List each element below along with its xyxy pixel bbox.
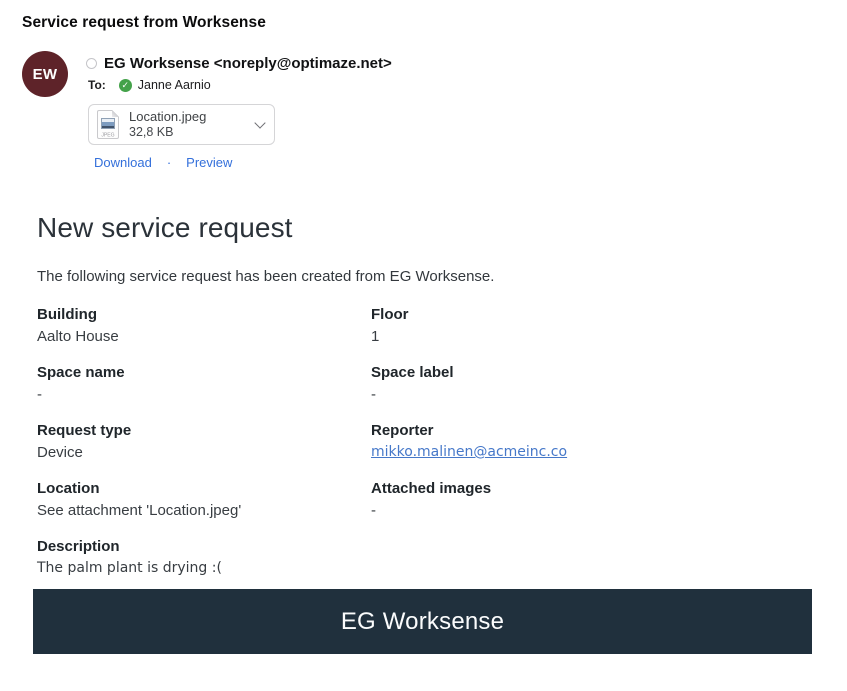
contact-ring-icon [86,58,97,69]
field-space-label: Space label - [371,363,797,404]
field-value: The palm plant is drying :( [37,559,371,578]
brand-name: EG Worksense [341,608,504,636]
field-value: Aalto House [37,327,371,346]
grid-spacer [371,537,797,578]
field-value: - [371,501,797,520]
actions-separator: · [167,155,171,170]
attachment-filename: Location.jpeg [129,109,250,124]
field-label: Reporter [371,421,797,440]
field-value: See attachment 'Location.jpeg' [37,501,371,520]
image-thumbnail [101,118,115,129]
download-link[interactable]: Download [94,155,152,170]
to-label: To: [88,78,106,92]
sender-avatar: EW [22,51,68,97]
subject-line: Service request from Worksense [22,14,266,32]
field-label: Request type [37,421,371,440]
verified-check-icon: ✓ [119,79,132,92]
intro-text: The following service request has been c… [37,267,494,286]
field-reporter: Reporter mikko.malinen@acmeinc.co [371,421,797,462]
field-floor: Floor 1 [371,305,797,346]
field-label: Building [37,305,371,324]
field-attached-images: Attached images - [371,479,797,520]
sender-name[interactable]: EG Worksense <noreply@optimaze.net> [104,54,392,73]
email-footer: EG Worksense [33,589,812,654]
preview-link[interactable]: Preview [186,155,232,170]
fields-grid: Building Aalto House Floor 1 Space name … [37,305,797,578]
field-value: 1 [371,327,797,346]
field-value: - [37,385,371,404]
recipient-name[interactable]: Janne Aarnio [138,78,211,92]
sender-row: EG Worksense <noreply@optimaze.net> [86,54,392,73]
field-request-type: Request type Device [37,421,371,462]
attachment-filesize: 32,8 KB [129,125,250,140]
field-label: Space label [371,363,797,382]
reporter-email-link[interactable]: mikko.malinen@acmeinc.co [371,444,567,460]
field-label: Description [37,537,371,556]
field-value: Device [37,443,371,462]
recipient-row: To: ✓ Janne Aarnio [88,78,211,92]
page-fold [112,110,119,117]
field-location: Location See attachment 'Location.jpeg' [37,479,371,520]
field-space-name: Space name - [37,363,371,404]
field-label: Space name [37,363,371,382]
attachment-meta: Location.jpeg 32,8 KB [129,109,250,140]
field-building: Building Aalto House [37,305,371,346]
chevron-down-icon[interactable] [254,117,265,128]
page-title: New service request [37,211,293,245]
attachment-card[interactable]: JPEG Location.jpeg 32,8 KB [88,104,275,145]
field-label: Location [37,479,371,498]
field-label: Attached images [371,479,797,498]
file-type-label: JPEG [100,133,117,138]
jpeg-file-icon: JPEG [97,110,119,139]
field-label: Floor [371,305,797,324]
field-description: Description The palm plant is drying :( [37,537,371,578]
attachment-actions: Download · Preview [94,155,232,170]
field-value: - [371,385,797,404]
